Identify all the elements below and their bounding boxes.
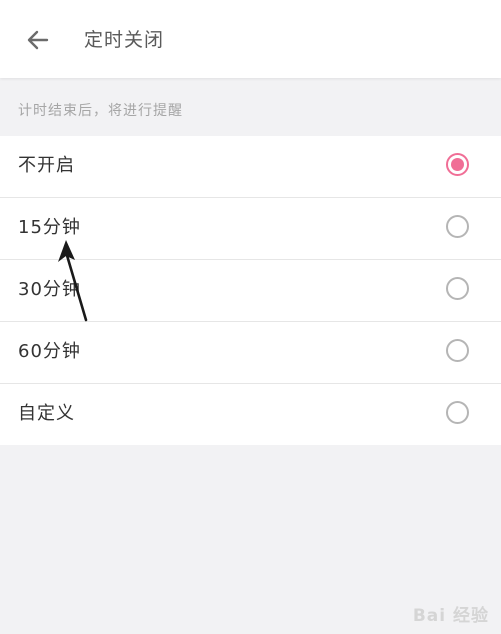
option-30-min[interactable]: 30分钟: [0, 260, 501, 322]
option-label: 不开启: [18, 155, 75, 176]
timer-options-list: 不开启 15分钟 30分钟 60分钟 自定义: [0, 136, 501, 445]
arrow-left-icon: [27, 30, 49, 50]
option-60-min[interactable]: 60分钟: [0, 322, 501, 384]
option-custom[interactable]: 自定义: [0, 384, 501, 445]
radio-selected[interactable]: [446, 153, 469, 176]
option-15-min[interactable]: 15分钟: [0, 198, 501, 260]
option-off[interactable]: 不开启: [0, 136, 501, 198]
page-title: 定时关闭: [84, 29, 165, 51]
radio-unselected[interactable]: [446, 215, 469, 238]
radio-unselected[interactable]: [446, 277, 469, 300]
option-label: 60分钟: [18, 341, 81, 362]
option-label: 30分钟: [18, 279, 81, 300]
watermark-logo: Bai 经验: [413, 601, 489, 626]
radio-unselected[interactable]: [446, 339, 469, 362]
header: 定时关闭: [0, 0, 501, 78]
radio-unselected[interactable]: [446, 401, 469, 424]
back-button[interactable]: [22, 24, 54, 56]
option-label: 自定义: [18, 403, 75, 424]
watermark-text: Bai 经验: [412, 606, 489, 626]
option-label: 15分钟: [18, 217, 81, 238]
hint-text: 计时结束后，将进行提醒: [18, 103, 183, 119]
